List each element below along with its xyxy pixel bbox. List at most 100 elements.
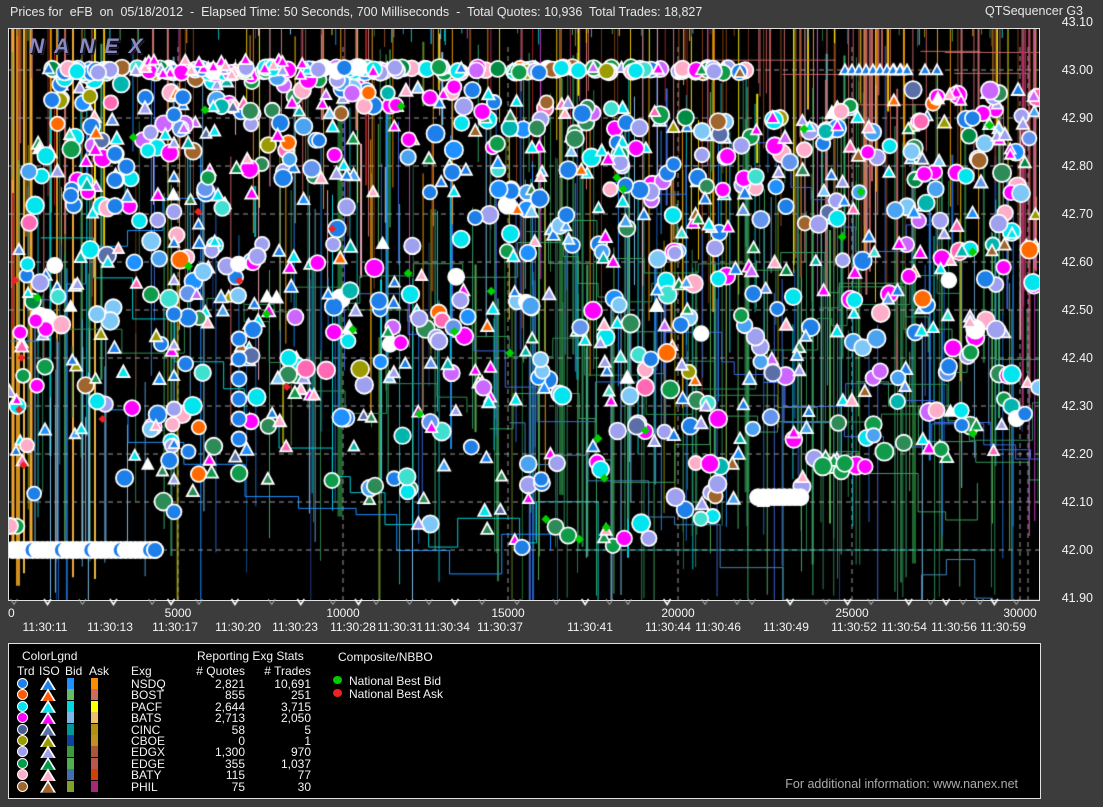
- price-axis-label: 42.30: [1047, 399, 1093, 413]
- time-tick-label: 11:30:13: [87, 620, 133, 634]
- price-axis-label: 42.20: [1047, 447, 1093, 461]
- record-tick-label: 30000: [1003, 606, 1036, 620]
- trd-circle-icon: [17, 746, 28, 757]
- ask-swatch: [91, 781, 98, 792]
- record-tick-label: 15000: [491, 606, 524, 620]
- price-chart-frame: NANEX: [8, 28, 1040, 601]
- window-title: Prices for eFB on 05/18/2012 - Elapsed T…: [10, 5, 702, 19]
- price-axis-label: 42.10: [1047, 495, 1093, 509]
- ask-swatch: [91, 689, 98, 700]
- nbbo-title: Composite/NBBO: [338, 650, 433, 664]
- ask-swatch: [91, 735, 98, 746]
- qtsequencer-window: { "titlebar": { "title": "Prices for eFB…: [0, 0, 1103, 807]
- time-tick-label: 11:30:37: [477, 620, 523, 634]
- trd-circle-icon: [17, 712, 28, 723]
- price-axis-label: 42.00: [1047, 543, 1093, 557]
- ask-swatch: [91, 724, 98, 735]
- stats-col-header-quotes: # Quotes: [167, 664, 245, 678]
- stats-title: Reporting Exg Stats: [197, 649, 304, 663]
- time-tick-label: 11:30:46: [695, 620, 741, 634]
- bid-swatch: [67, 781, 74, 792]
- price-axis-label: 42.90: [1047, 111, 1093, 125]
- time-tick-label: 11:30:49: [763, 620, 809, 634]
- legend-col-header-bid: Bid: [65, 664, 82, 678]
- time-tick-label: 11:30:52: [831, 620, 877, 634]
- bid-swatch: [67, 735, 74, 746]
- iso-triangle-fill: [42, 783, 54, 793]
- nbbo-label: National Best Ask: [349, 687, 443, 701]
- time-tick-label: 11:30:23: [272, 620, 318, 634]
- iso-triangle-icon: [40, 780, 56, 793]
- price-axis-label: 42.40: [1047, 351, 1093, 365]
- bid-swatch: [67, 678, 74, 689]
- iso-triangle-icon: [40, 745, 56, 758]
- time-tick-label: 11:30:20: [215, 620, 261, 634]
- legend-col-header-ask: Ask: [89, 664, 109, 678]
- bid-swatch: [67, 701, 74, 712]
- time-tick-label: 11:30:17: [152, 620, 198, 634]
- trades-value: 30: [239, 780, 311, 794]
- legend-title: ColorLgnd: [22, 649, 77, 663]
- legend-panel: ColorLgnd Reporting Exg Stats Trd ISO Bid A…: [8, 643, 1041, 799]
- record-tick-label: 0: [8, 606, 15, 620]
- legend-col-header-iso: ISO: [39, 664, 60, 678]
- trd-circle-icon: [17, 701, 28, 712]
- ask-swatch: [91, 678, 98, 689]
- legend-col-header-trd: Trd: [17, 664, 35, 678]
- footer-note: For additional information: www.nanex.ne…: [785, 777, 1018, 791]
- iso-triangle-icon: [40, 711, 56, 724]
- price-axis-label: 42.60: [1047, 255, 1093, 269]
- iso-triangle-icon: [40, 677, 56, 690]
- trd-circle-icon: [17, 769, 28, 780]
- time-tick-label: 11:30:31: [377, 620, 423, 634]
- time-tick-label: 11:30:11: [23, 620, 68, 634]
- trd-circle-icon: [17, 678, 28, 689]
- bid-swatch: [67, 758, 74, 769]
- iso-triangle-icon: [40, 723, 56, 736]
- iso-triangle-icon: [40, 700, 56, 713]
- bid-swatch: [67, 746, 74, 757]
- record-tick-label: 20000: [661, 606, 694, 620]
- record-tick-label: 25000: [835, 606, 868, 620]
- iso-triangle-icon: [40, 768, 56, 781]
- legend-row-phil: PHIL 7530: [9, 781, 329, 793]
- trd-circle-icon: [17, 758, 28, 769]
- trd-circle-icon: [17, 781, 28, 792]
- bid-swatch: [67, 769, 74, 780]
- price-axis-label: 41.90: [1047, 591, 1093, 605]
- time-tick-label: 11:30:44: [645, 620, 691, 634]
- nbbo-dot-icon: [333, 676, 342, 684]
- stats-col-header-exg: Exg: [131, 664, 152, 678]
- ask-swatch: [91, 746, 98, 757]
- iso-triangle-icon: [40, 734, 56, 747]
- bid-swatch: [67, 724, 74, 735]
- iso-triangle-icon: [40, 688, 56, 701]
- price-axis-label: 43.00: [1047, 63, 1093, 77]
- ask-swatch: [91, 701, 98, 712]
- trd-circle-icon: [17, 735, 28, 746]
- nbbo-dot-icon: [333, 689, 342, 697]
- price-axis-label: 42.70: [1047, 207, 1093, 221]
- trd-circle-icon: [17, 724, 28, 735]
- exchange-name: PHIL: [131, 780, 158, 794]
- time-tick-label: 11:30:59: [980, 620, 1026, 634]
- quotes-value: 75: [167, 780, 245, 794]
- nbbo-label: National Best Bid: [349, 674, 441, 688]
- time-tick-label: 11:30:56: [931, 620, 977, 634]
- price-chart-canvas[interactable]: [9, 29, 1039, 600]
- bid-swatch: [67, 712, 74, 723]
- iso-triangle-icon: [40, 757, 56, 770]
- ask-swatch: [91, 758, 98, 769]
- stats-col-header-trades: # Trades: [239, 664, 311, 678]
- record-tick-label: 5000: [165, 606, 192, 620]
- trd-circle-icon: [17, 689, 28, 700]
- price-axis-label: 43.10: [1047, 15, 1093, 29]
- ask-swatch: [91, 712, 98, 723]
- time-tick-label: 11:30:34: [424, 620, 470, 634]
- price-axis-label: 42.50: [1047, 303, 1093, 317]
- price-axis-label: 42.80: [1047, 159, 1093, 173]
- bid-swatch: [67, 689, 74, 700]
- time-tick-label: 11:30:54: [881, 620, 927, 634]
- time-tick-label: 11:30:41: [567, 620, 613, 634]
- record-tick-label: 10000: [326, 606, 359, 620]
